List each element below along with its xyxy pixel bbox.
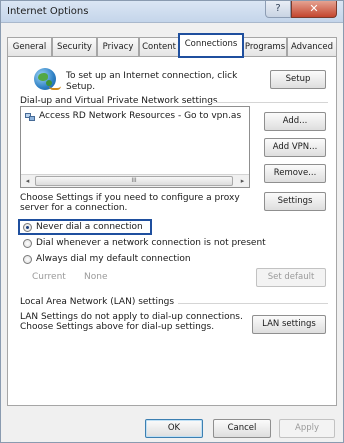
section-divider <box>178 303 328 304</box>
current-label: Current <box>32 272 66 282</box>
list-item-label: Access RD Network Resources - Go to vpn.… <box>39 111 242 121</box>
title-bar: Internet Options ? ✕ <box>1 1 343 23</box>
tab-advanced[interactable]: Advanced <box>287 37 337 56</box>
network-connection-icon <box>25 112 35 122</box>
internet-options-dialog: Internet Options ? ✕ General Security Pr… <box>0 0 344 443</box>
remove-button[interactable]: Remove... <box>264 164 326 183</box>
add-button[interactable]: Add... <box>264 112 326 131</box>
radio-never-dial[interactable] <box>23 223 32 232</box>
lan-settings-button[interactable]: LAN settings <box>252 315 326 334</box>
lan-section-title: Local Area Network (LAN) settings <box>20 297 175 307</box>
close-button[interactable]: ✕ <box>291 1 337 18</box>
scroll-right-icon[interactable]: ▸ <box>236 175 249 187</box>
always-dial-label[interactable]: Always dial my default connection <box>36 254 191 264</box>
never-dial-label[interactable]: Never dial a connection <box>36 222 143 232</box>
scroll-left-icon[interactable]: ◂ <box>21 175 34 187</box>
ok-button[interactable]: OK <box>145 419 203 438</box>
help-icon: ? <box>275 3 281 14</box>
help-button[interactable]: ? <box>265 1 291 18</box>
tab-programs[interactable]: Programs <box>243 37 287 56</box>
radio-always-dial[interactable] <box>23 255 32 264</box>
tab-connections[interactable]: Connections <box>178 33 244 58</box>
list-item[interactable]: Access RD Network Resources - Go to vpn.… <box>21 107 249 125</box>
setup-text-line1: To set up an Internet connection, click <box>66 71 238 81</box>
close-icon: ✕ <box>309 2 319 15</box>
internet-globe-icon <box>34 68 61 90</box>
connections-panel: To set up an Internet connection, click … <box>7 56 337 406</box>
setup-button[interactable]: Setup <box>270 70 326 89</box>
lan-text-line2: Choose Settings above for dial-up settin… <box>20 322 215 332</box>
scroll-thumb[interactable]: III <box>35 176 233 186</box>
apply-button[interactable]: Apply <box>279 419 335 438</box>
dialup-section-title: Dial-up and Virtual Private Network sett… <box>20 96 218 106</box>
proxy-text-line1: Choose Settings if you need to configure… <box>20 193 240 203</box>
setup-description: To set up an Internet connection, click … <box>66 71 237 93</box>
current-value: None <box>84 272 108 282</box>
set-default-button[interactable]: Set default <box>256 268 326 287</box>
tab-content[interactable]: Content <box>139 37 179 56</box>
setup-text-line2: Setup. <box>66 82 96 92</box>
lan-description: LAN Settings do not apply to dial-up con… <box>20 312 243 332</box>
lan-text-line1: LAN Settings do not apply to dial-up con… <box>20 312 243 322</box>
add-vpn-button[interactable]: Add VPN... <box>264 138 326 157</box>
horizontal-scrollbar[interactable]: ◂ III ▸ <box>21 174 249 187</box>
dial-whenever-label[interactable]: Dial whenever a network connection is no… <box>36 238 266 248</box>
proxy-text-line2: server for a connection. <box>20 203 128 213</box>
cancel-button[interactable]: Cancel <box>213 419 271 438</box>
settings-button[interactable]: Settings <box>264 192 326 211</box>
radio-dial-whenever[interactable] <box>23 239 32 248</box>
tab-security[interactable]: Security <box>52 37 97 56</box>
section-divider <box>210 102 328 103</box>
tab-general[interactable]: General <box>7 37 52 56</box>
window-title: Internet Options <box>7 6 89 17</box>
connection-list[interactable]: Access RD Network Resources - Go to vpn.… <box>20 106 250 188</box>
proxy-settings-description: Choose Settings if you need to configure… <box>20 193 240 213</box>
tab-privacy[interactable]: Privacy <box>97 37 139 56</box>
